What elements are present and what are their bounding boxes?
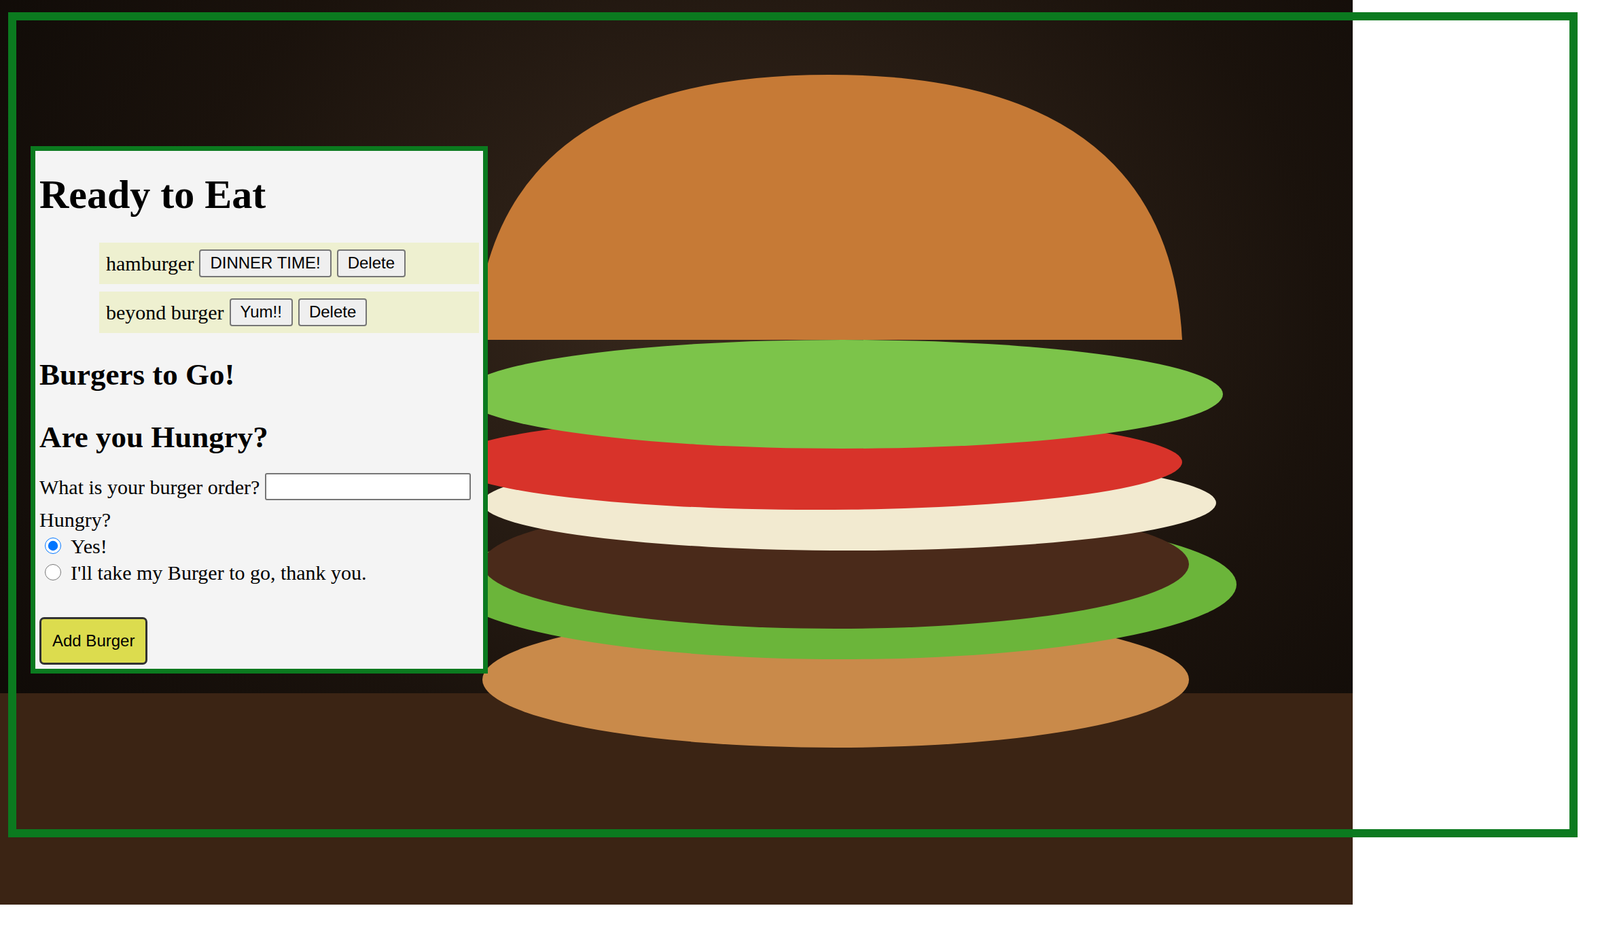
burger-item: beyond burgerYum!!Delete — [99, 291, 479, 333]
order-label: What is your burger order? — [39, 471, 260, 503]
burger-list: hamburgerDINNER TIME!Deletebeyond burger… — [39, 242, 479, 333]
form-heading: Are you Hungry? — [39, 419, 479, 456]
hungry-radio[interactable] — [44, 563, 62, 581]
order-row: What is your burger order? — [39, 471, 479, 503]
delete-button[interactable]: Delete — [298, 298, 367, 327]
order-panel: Ready to EathamburgerDINNER TIME!Deleteb… — [30, 146, 488, 674]
burger-name: beyond burger — [105, 296, 225, 328]
hungry-label: Hungry? — [39, 506, 479, 533]
page-frame: Ready to EathamburgerDINNER TIME!Deleteb… — [8, 12, 1578, 838]
hungry-option[interactable]: I'll take my Burger to go, thank you. — [39, 559, 479, 586]
hungry-option[interactable]: Yes! — [39, 532, 479, 560]
option-label: I'll take my Burger to go, thank you. — [70, 559, 367, 586]
togo-heading: Burgers to Go! — [39, 357, 479, 393]
hungry-radio[interactable] — [44, 537, 62, 554]
option-label: Yes! — [70, 532, 108, 560]
delete-button[interactable]: Delete — [336, 249, 406, 278]
eat-button[interactable]: DINNER TIME! — [199, 249, 331, 278]
burger-form: Are you Hungry? What is your burger order… — [39, 419, 479, 665]
order-input[interactable] — [264, 472, 471, 501]
burger-item: hamburgerDINNER TIME!Delete — [99, 242, 479, 284]
eat-button[interactable]: Yum!! — [229, 298, 293, 327]
page: Ready to EathamburgerDINNER TIME!Deleteb… — [0, 0, 1600, 925]
panel-title: Ready to Eat — [39, 171, 479, 219]
burger-name: hamburger — [105, 247, 194, 279]
add-burger-button[interactable]: Add Burger — [39, 616, 148, 665]
